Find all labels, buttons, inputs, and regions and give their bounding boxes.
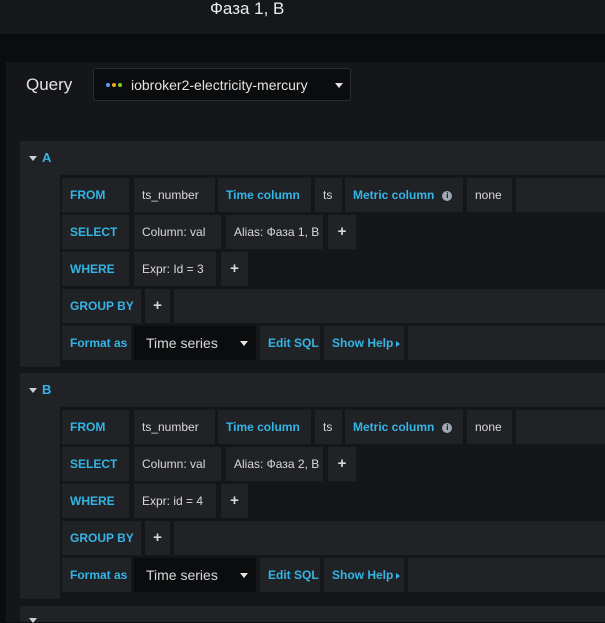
format-as-label: Format as [62, 326, 131, 360]
query-header-c[interactable] [20, 606, 605, 623]
datasource-name: iobroker2-electricity-mercury [131, 77, 308, 93]
row-filler [174, 289, 605, 323]
time-column-value[interactable]: ts [315, 410, 342, 444]
time-column-label: Time column [218, 410, 311, 444]
where-keyword: WHERE [62, 484, 129, 518]
chevron-down-icon [240, 573, 248, 578]
row-filler [516, 178, 605, 212]
info-icon[interactable]: i [442, 422, 453, 433]
query-body-b: FROM ts_number Time column ts Metric col… [20, 407, 605, 599]
collapse-icon [29, 618, 37, 623]
format-select[interactable]: Time series [134, 558, 256, 592]
caret-right-icon [396, 340, 401, 347]
select-keyword: SELECT [62, 215, 129, 249]
add-select-button[interactable]: + [328, 447, 356, 481]
select-alias[interactable]: Alias: Фаза 2, В [226, 447, 323, 481]
metric-column-label: Metric column i [345, 178, 463, 212]
chevron-down-icon [335, 83, 343, 88]
from-keyword: FROM [62, 410, 129, 444]
where-keyword: WHERE [62, 252, 129, 286]
metric-column-value[interactable]: none [467, 178, 512, 212]
where-expression[interactable]: Expr: Id = 3 [134, 252, 216, 286]
query-body-a: FROM ts_number Time column ts Metric col… [20, 175, 605, 367]
query-header-b[interactable]: B [20, 373, 605, 407]
select-keyword: SELECT [62, 447, 129, 481]
panel-title: Фаза 1, В [210, 0, 285, 18]
edit-sql-button[interactable]: Edit SQL [260, 326, 320, 360]
table-selector[interactable]: ts_number [134, 178, 215, 212]
add-where-button[interactable]: + [221, 252, 248, 286]
add-group-by-button[interactable]: + [145, 521, 170, 555]
from-keyword: FROM [62, 178, 129, 212]
info-icon[interactable]: i [442, 190, 453, 201]
row-filler [408, 558, 605, 592]
time-column-value[interactable]: ts [315, 178, 342, 212]
datasource-picker[interactable]: iobroker2-electricity-mercury [93, 68, 351, 101]
query-header-a[interactable]: A [20, 141, 605, 175]
select-column[interactable]: Column: val [134, 447, 221, 481]
metric-column-value[interactable]: none [467, 410, 512, 444]
metric-column-label: Metric column i [345, 410, 463, 444]
show-help-button[interactable]: Show Help [324, 326, 404, 360]
time-column-label: Time column [218, 178, 311, 212]
row-filler [516, 410, 605, 444]
collapse-icon [29, 156, 37, 161]
select-column[interactable]: Column: val [134, 215, 221, 249]
format-select[interactable]: Time series [134, 326, 256, 360]
add-group-by-button[interactable]: + [145, 289, 170, 323]
select-alias[interactable]: Alias: Фаза 1, В [226, 215, 323, 249]
add-select-button[interactable]: + [328, 215, 356, 249]
panel-header [0, 0, 605, 34]
where-expression[interactable]: Expr: id = 4 [134, 484, 216, 518]
query-letter: B [42, 382, 52, 397]
group-by-keyword: GROUP BY [62, 289, 141, 323]
format-as-label: Format as [62, 558, 131, 592]
caret-right-icon [396, 572, 401, 579]
query-label: Query [26, 75, 73, 94]
add-where-button[interactable]: + [221, 484, 248, 518]
row-filler [408, 326, 605, 360]
group-by-keyword: GROUP BY [62, 521, 141, 555]
collapse-icon [29, 388, 37, 393]
edit-sql-button[interactable]: Edit SQL [260, 558, 320, 592]
query-letter: A [42, 150, 52, 165]
show-help-button[interactable]: Show Help [324, 558, 404, 592]
chevron-down-icon [240, 341, 248, 346]
row-filler [174, 521, 605, 555]
table-selector[interactable]: ts_number [134, 410, 215, 444]
datasource-logo-icon [106, 83, 122, 89]
